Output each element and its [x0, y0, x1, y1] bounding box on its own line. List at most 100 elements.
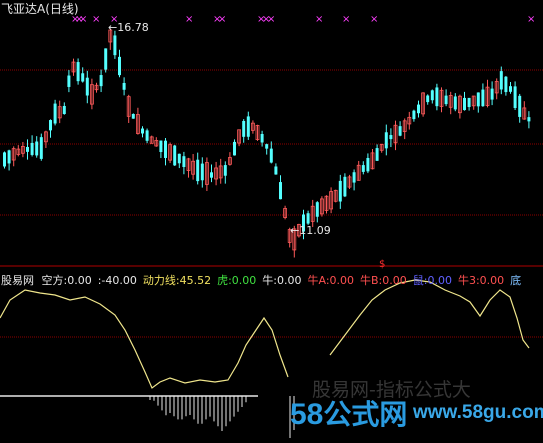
arrow-left-icon: ← [108, 21, 118, 34]
candle-body [274, 166, 278, 175]
candle-body [269, 148, 273, 163]
x-marker-icon: × [370, 14, 378, 25]
candle-body [467, 97, 471, 108]
candle-body [164, 140, 167, 158]
candle-body [242, 120, 246, 137]
candle-body [504, 76, 508, 93]
indicator-field: 空方:0.00 [41, 274, 92, 287]
x-marker-icon: × [92, 14, 100, 25]
candle-body [62, 105, 66, 115]
candle-body [398, 126, 402, 136]
signal-mark: $ [379, 259, 386, 270]
high-price-label: ←16.78 [108, 21, 149, 34]
candle-body [509, 86, 512, 92]
indicator-name: 股易网 [1, 274, 34, 287]
candle-body [417, 104, 420, 114]
candle-body [265, 144, 269, 149]
candle-body [389, 135, 393, 140]
candle-body [81, 73, 85, 82]
indicator-field: 牛A:0.00 [307, 274, 355, 287]
candle-body [49, 120, 52, 131]
candle-body [352, 172, 356, 183]
x-marker-icon: × [267, 14, 275, 25]
candle-body [7, 150, 11, 164]
power-line [329, 279, 530, 356]
candle-body [200, 163, 204, 181]
watermark-url: www.58gu.com [413, 402, 543, 423]
candle-body [366, 157, 370, 172]
indicator-field: 牛3:0.00 [457, 274, 505, 287]
candle-body [463, 97, 466, 111]
candle-body [39, 137, 43, 159]
candle-body [113, 35, 117, 56]
candle-body [513, 86, 517, 109]
indicator-field: :-40.00 [97, 274, 137, 287]
candle-body [430, 90, 434, 101]
watermark-brand: 58 [290, 398, 324, 431]
indicator-field: 鼠:0.00 [412, 274, 452, 287]
x-marker-icon: × [527, 14, 535, 25]
candle-body [518, 95, 522, 117]
candle-body [182, 156, 186, 167]
candle-body [104, 48, 108, 70]
candle-body [30, 142, 34, 155]
watermark-logo: 58公式网 [290, 393, 407, 433]
candle-body [177, 153, 181, 164]
candle-body [490, 88, 494, 100]
candle-body [67, 75, 71, 87]
candle-body [375, 148, 379, 161]
chart-title: 飞亚达A(日线) [1, 3, 79, 16]
indicator-header: 股易网 空方:0.00 :-40.00 动力线:45.52 虎:0.00 牛:0.00 牛… [1, 274, 527, 287]
candle-body [196, 159, 200, 182]
power-line [0, 289, 289, 389]
candle-body [246, 116, 250, 137]
candle-body [26, 146, 29, 152]
candle-body [481, 89, 485, 107]
x-marker-icon: × [315, 14, 323, 25]
candle-body [145, 130, 149, 141]
candle-body [53, 103, 57, 124]
candle-body [99, 75, 103, 87]
indicator-field: 虎:0.00 [217, 274, 257, 287]
candle-body [173, 145, 177, 166]
indicator-field: 牛B:0.00 [360, 274, 407, 287]
candle-body [384, 132, 388, 149]
low-price-label: ←11.09 [290, 224, 331, 237]
candle-body [527, 117, 531, 122]
candle-body [210, 172, 213, 178]
candle-body [453, 96, 457, 110]
candle-body [141, 128, 144, 134]
candle-body [118, 56, 121, 76]
candle-body [435, 87, 439, 107]
period-label: (日线) [45, 2, 79, 16]
x-marker-icon: × [79, 14, 87, 25]
indicator-field: 动力线:45.52 [142, 274, 212, 287]
x-marker-icon: × [342, 14, 350, 25]
candle-body [343, 176, 347, 197]
candle-body [131, 113, 135, 119]
candle-body [306, 213, 310, 224]
candle-body [223, 165, 227, 176]
x-marker-icon: × [218, 14, 226, 25]
stock-name: 飞亚达A [1, 2, 46, 16]
indicator-field: 牛:0.00 [262, 274, 302, 287]
candle-body [76, 62, 80, 82]
x-marker-icon: × [185, 14, 193, 25]
candle-body [476, 92, 480, 107]
candle-body [315, 202, 319, 217]
candle-body [444, 95, 448, 105]
candle-body [35, 141, 39, 156]
candle-body [412, 110, 416, 120]
watermark-brand-suffix: 公式网 [323, 398, 408, 431]
candle-body [159, 140, 163, 152]
candle-body [260, 133, 264, 143]
candle-body [233, 141, 236, 156]
candle-body [499, 71, 503, 90]
candle-body [122, 82, 126, 90]
candle-body [338, 180, 342, 202]
candle-body [361, 165, 365, 172]
candle-body [279, 182, 282, 200]
indicator-field: 底 [510, 274, 522, 287]
candle-body [426, 95, 430, 103]
arrow-left-icon: ← [290, 224, 300, 237]
